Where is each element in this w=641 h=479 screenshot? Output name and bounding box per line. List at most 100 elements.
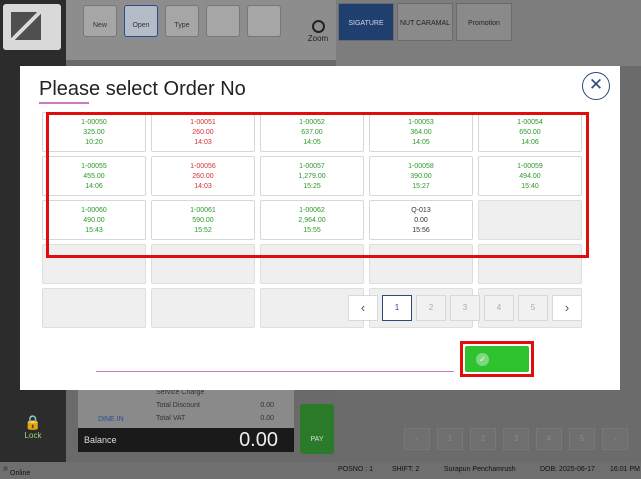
empty-order-slot [42, 244, 146, 284]
dine-in-label: DINE IN [98, 416, 124, 423]
right-pager-page[interactable]: 5 [569, 428, 595, 450]
check-icon: ✓ [476, 353, 489, 366]
category-promotion[interactable]: Promotion [456, 3, 512, 41]
empty-order-slot [478, 200, 582, 240]
summary-label: Total Discount [156, 402, 200, 409]
order-amount: 1,279.00 [298, 173, 326, 180]
online-dot-icon [3, 466, 8, 471]
order-no: 1-00050 [81, 119, 107, 126]
pagination-page[interactable]: 5 [518, 295, 548, 321]
order-time: 15:27 [412, 183, 430, 190]
right-pager-next[interactable]: › [602, 428, 628, 450]
pagination-page[interactable]: 1 [382, 295, 412, 321]
title-underline [39, 102, 89, 104]
pagination-prev[interactable]: ‹ [348, 295, 378, 321]
user-name: Surapun Penchamrush [444, 466, 516, 473]
chevron-right-icon: › [564, 300, 570, 315]
order-no: 1-00055 [81, 163, 107, 170]
close-icon: ✕ [588, 75, 604, 94]
category-nut-caramal[interactable]: NUT CARAMAL [397, 3, 453, 41]
order-amount: 650.00 [519, 129, 541, 136]
close-button[interactable]: ✕ [582, 72, 610, 100]
order-grid: 1-00050 325.00 10:20 1-00051 260.00 14:03 1-00… [42, 112, 588, 328]
summary-value: 0.00 [260, 402, 274, 409]
online-status: Online [3, 466, 30, 477]
order-tile[interactable]: 1-00051 260.00 14:03 [151, 112, 255, 152]
order-no-input[interactable] [96, 346, 454, 372]
type-button[interactable]: Type [165, 5, 199, 37]
toolbar-button-5[interactable] [247, 5, 281, 37]
order-tile[interactable]: 1-00062 2,964.00 15:55 [260, 200, 364, 240]
order-no: 1-00051 [190, 119, 216, 126]
pagination-page[interactable]: 3 [450, 295, 480, 321]
right-pager-page[interactable]: 4 [536, 428, 562, 450]
order-amount: 2,964.00 [298, 217, 326, 224]
order-tile[interactable]: 1-00050 325.00 10:20 [42, 112, 146, 152]
open-button[interactable]: Open [124, 5, 158, 37]
balance-value: 0.00 [239, 429, 278, 451]
right-pager-page[interactable]: 2 [470, 428, 496, 450]
order-tile[interactable]: 1-00057 1,279.00 15:25 [260, 156, 364, 196]
order-amount: 590.00 [192, 217, 214, 224]
order-tile[interactable]: Q-013 0.00 15:56 [369, 200, 473, 240]
right-pager-page[interactable]: 1 [437, 428, 463, 450]
order-tile[interactable]: 1-00055 455.00 14:06 [42, 156, 146, 196]
empty-order-slot [151, 244, 255, 284]
new-button[interactable]: New [83, 5, 117, 37]
order-no: 1-00052 [299, 119, 325, 126]
order-no: 1-00053 [408, 119, 434, 126]
category-sigature[interactable]: SIGATURE [338, 3, 394, 41]
confirm-highlight: ✓ [460, 341, 534, 377]
zoom-button[interactable]: Zoom [302, 10, 334, 50]
order-tile[interactable]: 1-00054 650.00 14:06 [478, 112, 582, 152]
order-tile[interactable]: 1-00059 494.00 15:40 [478, 156, 582, 196]
order-amount: 260.00 [192, 129, 214, 136]
order-time: 10:20 [85, 139, 103, 146]
pagination-page[interactable]: 4 [484, 295, 514, 321]
order-amount: 637.00 [301, 129, 323, 136]
order-amount: 364.00 [410, 129, 432, 136]
order-tile[interactable]: 1-00053 364.00 14:05 [369, 112, 473, 152]
confirm-button[interactable]: ✓ [465, 346, 529, 372]
shift: SHIFT: 2 [392, 466, 420, 473]
pagination-page[interactable]: 2 [416, 295, 446, 321]
summary-label: Total VAT [156, 415, 186, 422]
order-time: 15:40 [521, 183, 539, 190]
dob-date: DOB: 2025-06-17 [540, 466, 595, 473]
order-amount: 390.00 [410, 173, 432, 180]
order-no: Q-013 [411, 207, 431, 214]
lock-button[interactable]: 🔒 Lock [18, 414, 48, 450]
order-time: 14:03 [194, 139, 212, 146]
order-time: 15:55 [303, 227, 321, 234]
empty-order-slot [42, 288, 146, 328]
order-time: 15:43 [85, 227, 103, 234]
order-summary: Service Charge Total Discount 0.00 Total… [78, 388, 294, 428]
order-amount: 0.00 [414, 217, 428, 224]
posno: POSNO : 1 [338, 466, 374, 473]
order-tile[interactable]: 1-00052 637.00 14:05 [260, 112, 364, 152]
order-amount: 260.00 [192, 173, 214, 180]
right-pager-page[interactable]: 3 [503, 428, 529, 450]
order-amount: 455.00 [83, 173, 105, 180]
summary-label: Service Charge [156, 389, 205, 396]
order-tile[interactable]: 1-00058 390.00 15:27 [369, 156, 473, 196]
toolbar-button-4[interactable] [206, 5, 240, 37]
order-time: 14:05 [303, 139, 321, 146]
order-amount: 325.00 [83, 129, 105, 136]
order-no: 1-00054 [517, 119, 543, 126]
right-pager-prev[interactable]: ‹ [404, 428, 430, 450]
order-no: 1-00060 [81, 207, 107, 214]
order-tile[interactable]: 1-00056 260.00 14:03 [151, 156, 255, 196]
pagination-next[interactable]: › [552, 295, 582, 321]
order-time: 14:06 [85, 183, 103, 190]
order-time: 14:05 [412, 139, 430, 146]
select-order-dialog: Please select Order No ✕ 1-00050 325.00 10… [20, 66, 620, 390]
order-tile[interactable]: 1-00061 590.00 15:52 [151, 200, 255, 240]
empty-order-slot [369, 244, 473, 284]
order-no: 1-00062 [299, 207, 325, 214]
status-bar: Online POSNO : 1 SHIFT: 2 Surapun Pencha… [0, 462, 641, 479]
order-time: 14:06 [521, 139, 539, 146]
pay-button[interactable]: PAY [300, 404, 334, 454]
order-no: 1-00056 [190, 163, 216, 170]
order-tile[interactable]: 1-00060 490.00 15:43 [42, 200, 146, 240]
